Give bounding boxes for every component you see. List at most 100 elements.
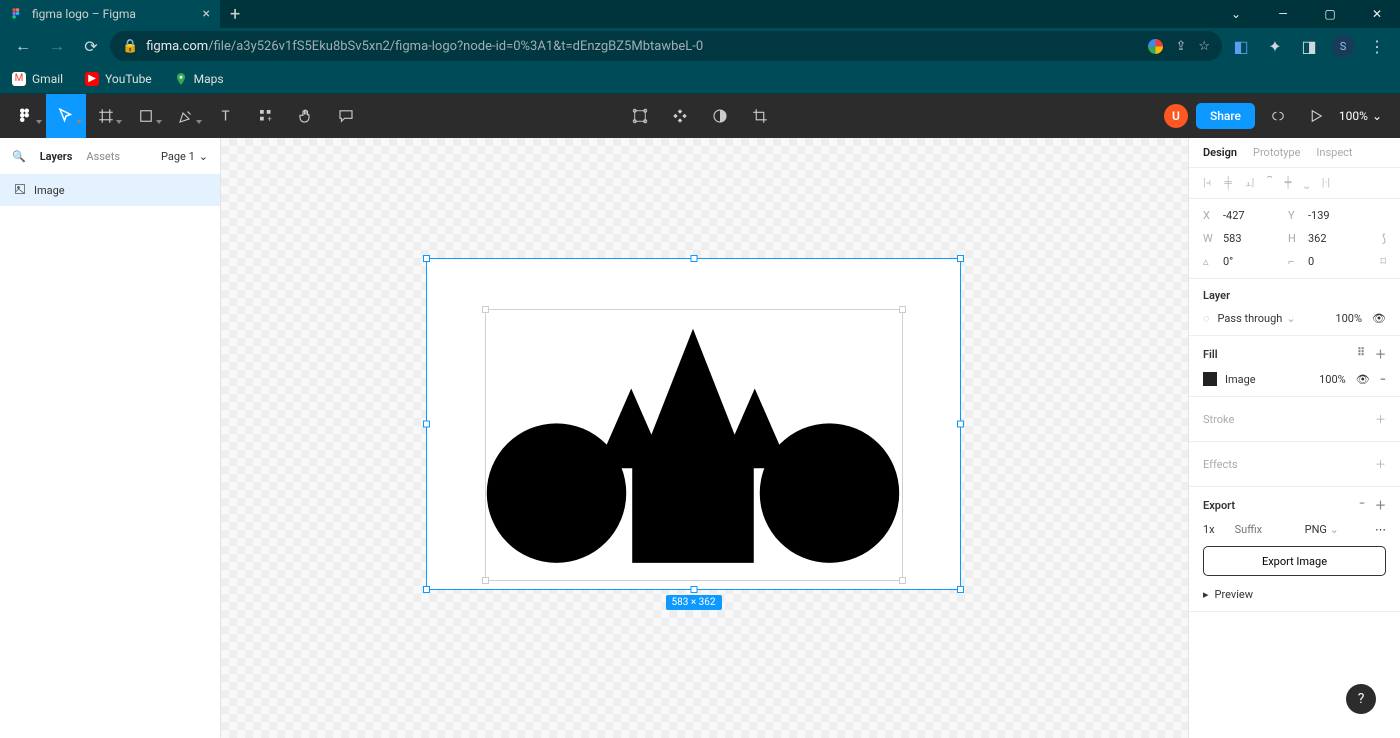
close-window-button[interactable]: ✕ [1354,0,1400,28]
apps-icon[interactable]: ◧ [1226,31,1256,61]
resize-handle-bl[interactable] [423,586,430,593]
fill-opacity-field[interactable]: 100% [1319,373,1346,386]
align-left-icon[interactable]: |⫞ [1203,176,1211,190]
forward-button[interactable]: → [42,31,72,61]
align-bottom-icon[interactable]: ⎵ [1304,176,1308,190]
new-tab-button[interactable]: + [220,4,250,25]
distribute-icon[interactable]: |·| [1322,176,1330,190]
share-url-icon[interactable]: ⇪ [1175,39,1186,54]
tab-prototype[interactable]: Prototype [1253,146,1300,159]
maximize-button[interactable]: ▢ [1307,0,1353,28]
remove-fill-button[interactable]: − [1380,373,1386,386]
extensions-icon[interactable]: ✦ [1260,31,1290,61]
preview-caret-icon[interactable]: ▸ [1203,588,1209,601]
frame-tool[interactable] [86,94,126,138]
tab-design[interactable]: Design [1203,146,1237,159]
fill-heading: Fill [1203,348,1218,361]
mask-tool[interactable] [700,94,740,138]
rotation-field[interactable]: ▵0° [1203,255,1288,268]
align-right-icon[interactable]: ⫠| [1245,176,1254,190]
hand-tool[interactable] [286,94,326,138]
resize-handle-tr[interactable] [957,255,964,262]
tab-assets[interactable]: Assets [86,150,120,163]
crop-tool[interactable] [740,94,780,138]
reload-button[interactable]: ⟳ [76,31,106,61]
add-export-button[interactable]: ＋ [1375,497,1386,513]
text-tool[interactable]: T [206,94,246,138]
x-field[interactable]: X-427 [1203,209,1288,222]
layer-row-image[interactable]: Image [0,174,220,206]
export-suffix-input[interactable] [1235,523,1285,536]
search-icon[interactable]: 🔍 [12,150,26,163]
resize-handle-br[interactable] [957,586,964,593]
component-tool[interactable] [660,94,700,138]
resize-handle-lm[interactable] [423,421,430,428]
visibility-icon[interactable]: 👁 [1372,312,1386,325]
bookmark-maps[interactable]: Maps [174,72,224,86]
zoom-level[interactable]: 100%⌄ [1339,109,1382,123]
resize-handle-tm[interactable] [690,255,697,262]
export-options-icon[interactable]: ⋯ [1375,523,1386,536]
back-button[interactable]: ← [8,31,38,61]
page-selector[interactable]: Page 1⌄ [161,150,208,163]
present-button[interactable] [1301,94,1331,138]
layer-opacity-field[interactable]: 100% [1335,312,1362,325]
visibility-icon[interactable]: 👁 [1356,373,1370,386]
export-button[interactable]: Export Image [1203,546,1386,576]
height-field[interactable]: H362 [1288,232,1373,245]
angle-icon: ▵ [1203,255,1217,268]
corner-radius-field[interactable]: ⌐0 [1288,255,1373,268]
align-vcenter-icon[interactable]: ┿ [1285,176,1292,190]
resize-handle-rm[interactable] [957,421,964,428]
minimize-button[interactable]: — [1260,0,1306,28]
close-tab-icon[interactable]: × [203,6,210,22]
browser-tab[interactable]: figma logo – Figma × [0,0,220,28]
resize-handle-bm[interactable] [690,586,697,593]
export-scale-field[interactable]: 1x [1203,523,1215,536]
width-field[interactable]: W583 [1203,232,1288,245]
chrome-menu-icon[interactable]: ⋮ [1362,31,1392,61]
align-hcenter-icon[interactable]: ╪ [1224,176,1232,190]
resize-handle-tl[interactable] [423,255,430,262]
canvas[interactable]: 583 × 362 [221,138,1188,738]
fill-swatch[interactable] [1203,372,1217,386]
bookmark-gmail[interactable]: M Gmail [12,72,63,86]
share-button[interactable]: Share [1196,103,1255,129]
selected-image[interactable]: 583 × 362 [426,258,961,590]
tab-layers[interactable]: Layers [40,150,73,163]
url-bar[interactable]: 🔒 figma.com/file/a3y526v1fS5Eku8bSv5xn2/… [110,31,1222,61]
y-field[interactable]: Y-139 [1288,209,1373,222]
fill-type[interactable]: Image [1225,373,1256,386]
move-tool[interactable] [46,94,86,138]
bookmark-youtube[interactable]: ▶ YouTube [85,72,152,86]
bookmark-star-icon[interactable]: ☆ [1198,39,1210,54]
add-stroke-button[interactable]: ＋ [1375,411,1386,427]
figma-menu-button[interactable] [6,94,46,138]
styles-icon[interactable]: ⠿ [1357,346,1365,362]
independent-corners-icon[interactable]: ⌑ [1380,255,1386,268]
dev-mode-icon[interactable] [1263,94,1293,138]
chevron-down-icon[interactable]: ⌄ [1213,0,1259,28]
help-button[interactable]: ? [1346,684,1376,714]
add-fill-button[interactable]: ＋ [1375,346,1386,362]
export-format-select[interactable]: PNG ⌄ [1305,523,1339,536]
user-avatar[interactable]: U [1164,104,1188,128]
chevron-down-icon: ⌄ [199,150,208,163]
add-effect-button[interactable]: ＋ [1375,456,1386,472]
chevron-down-icon: ⌄ [1330,523,1339,536]
edit-object-tool[interactable] [620,94,660,138]
comment-tool[interactable] [326,94,366,138]
align-top-icon[interactable]: ⎴ [1267,176,1271,190]
blend-mode-select[interactable]: Pass through [1218,312,1283,325]
shape-tool[interactable] [126,94,166,138]
blend-mode-icon[interactable]: ◌ [1203,312,1210,325]
sidepanel-icon[interactable]: ◨ [1294,31,1324,61]
profile-avatar[interactable]: S [1328,31,1358,61]
remove-export-button[interactable]: − [1359,497,1365,513]
resources-tool[interactable]: + [246,94,286,138]
google-icon[interactable] [1148,39,1163,54]
pen-tool[interactable] [166,94,206,138]
constrain-proportions-icon[interactable]: ⟆ [1382,232,1386,245]
tab-inspect[interactable]: Inspect [1316,146,1352,159]
preview-label[interactable]: Preview [1215,588,1253,601]
